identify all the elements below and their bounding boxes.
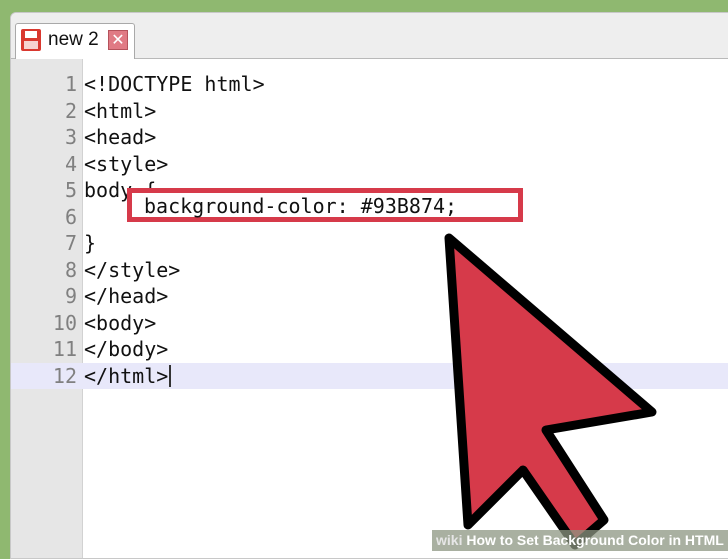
watermark-title: How to Set Background Color in HTML: [466, 532, 724, 548]
watermark: wiki How to Set Background Color in HTML: [432, 530, 728, 551]
pointer-arrow-icon: [444, 233, 657, 550]
watermark-prefix: wiki: [436, 532, 463, 548]
